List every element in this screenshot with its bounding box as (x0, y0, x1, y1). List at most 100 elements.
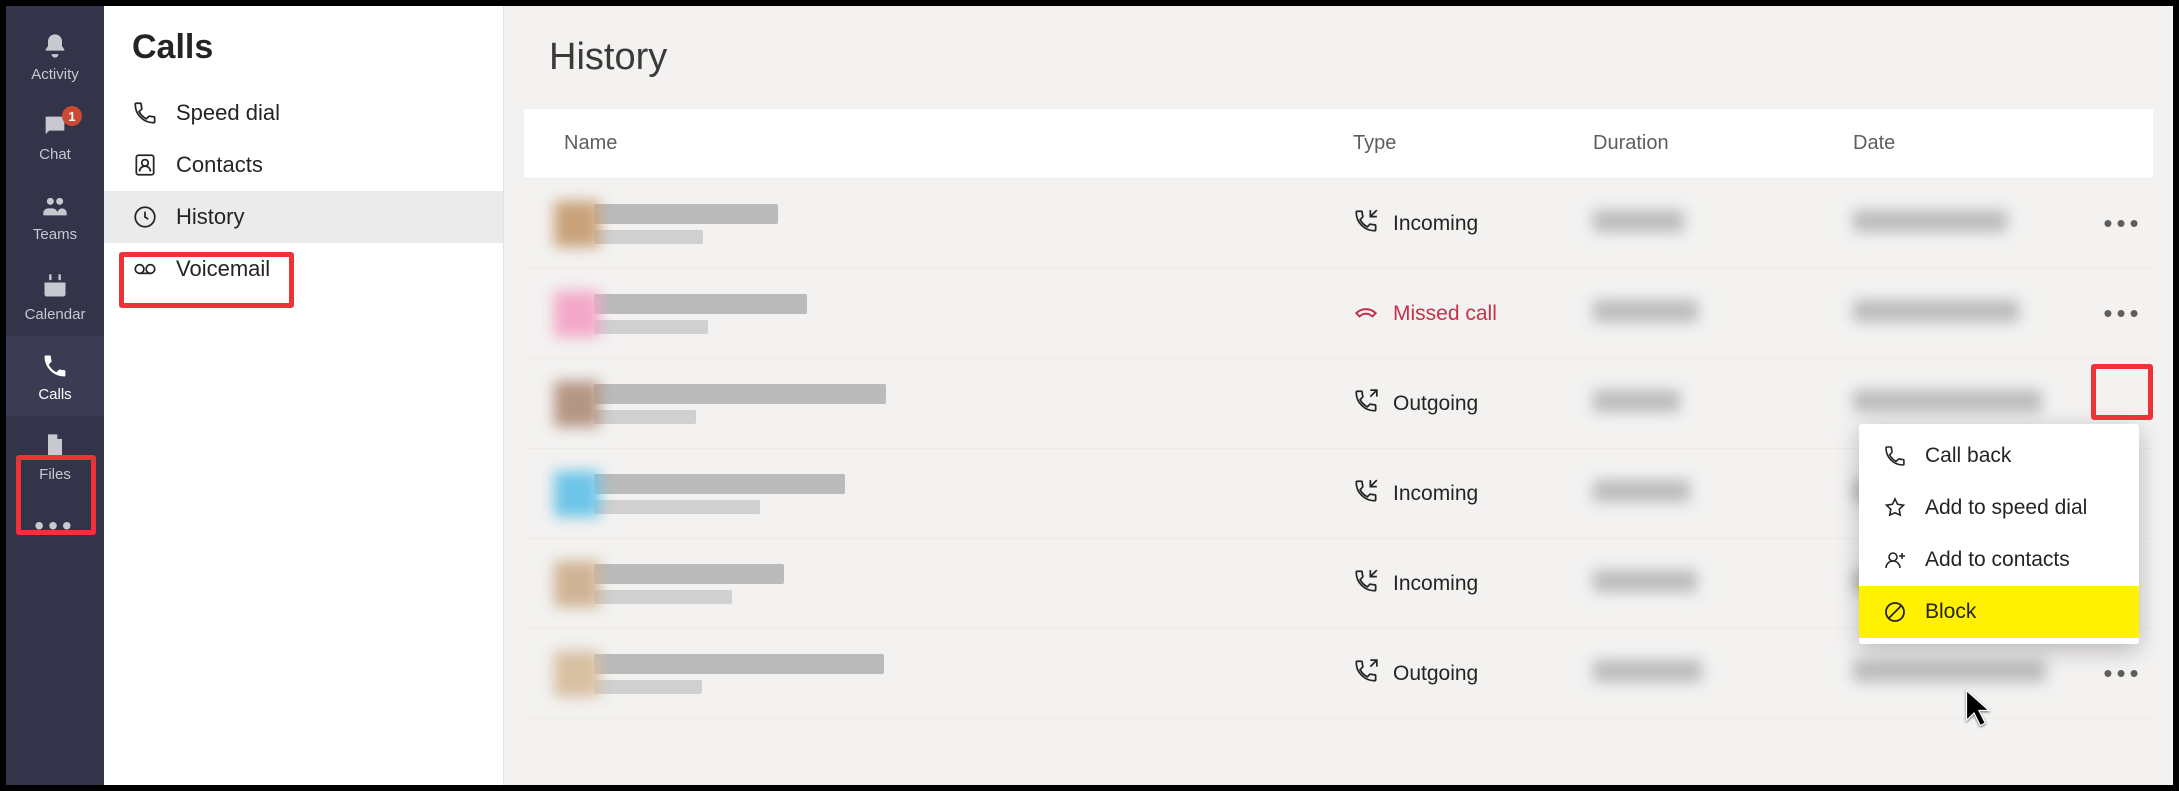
subtitle-redacted (594, 680, 702, 694)
type-cell: Missed call (1353, 298, 1593, 330)
subtitle-redacted (594, 230, 703, 244)
phone-icon (39, 350, 71, 382)
rail-more[interactable]: ••• (6, 496, 104, 556)
left-rail: Activity 1 Chat Teams Calendar Calls (6, 6, 104, 785)
table-row[interactable]: Missed call ••• (524, 269, 2153, 359)
duration-cell (1593, 210, 1853, 238)
type-cell: Incoming (1353, 478, 1593, 510)
duration-redacted (1593, 660, 1702, 682)
duration-redacted (1593, 570, 1697, 592)
duration-redacted (1593, 210, 1684, 232)
rail-calls[interactable]: Calls (6, 336, 104, 416)
col-type: Type (1353, 132, 1593, 155)
calls-history[interactable]: History (104, 191, 503, 243)
date-cell (1853, 300, 2093, 328)
row-more-button[interactable]: ••• (2093, 658, 2153, 689)
subtitle-redacted (594, 500, 760, 514)
calls-voicemail[interactable]: Voicemail (104, 243, 503, 295)
row-more-button[interactable]: ••• (2093, 208, 2153, 239)
date-redacted (1853, 660, 2046, 682)
subtitle-redacted (594, 410, 696, 424)
calls-voicemail-label: Voicemail (176, 256, 270, 282)
avatar (554, 561, 600, 607)
type-cell: Incoming (1353, 568, 1593, 600)
col-date: Date (1853, 132, 2093, 155)
type-label: Outgoing (1393, 662, 1478, 686)
avatar (554, 471, 600, 517)
rail-teams[interactable]: Teams (6, 176, 104, 256)
avatar (554, 291, 600, 337)
rail-teams-label: Teams (33, 226, 77, 243)
duration-cell (1593, 390, 1853, 418)
calls-panel: Calls Speed dial Contacts History Voicem… (104, 6, 504, 785)
col-name: Name (524, 132, 1353, 155)
name-cell (584, 474, 1353, 514)
rail-files[interactable]: Files (6, 416, 104, 496)
date-cell (1853, 660, 2093, 688)
rail-calendar-label: Calendar (25, 306, 86, 323)
ctx-add-contacts[interactable]: Add to contacts (1859, 534, 2139, 586)
name-redacted (594, 474, 845, 494)
name-redacted (594, 654, 884, 674)
type-label: Outgoing (1393, 392, 1478, 416)
date-redacted (1853, 210, 2007, 232)
calls-panel-title: Calls (104, 6, 503, 87)
rail-chat-label: Chat (39, 146, 71, 163)
calls-panel-list: Speed dial Contacts History Voicemail (104, 87, 503, 295)
block-icon (1883, 600, 1907, 624)
duration-cell (1593, 480, 1853, 508)
call-type-icon (1353, 568, 1379, 600)
chat-badge: 1 (62, 106, 82, 126)
ctx-call-back[interactable]: Call back (1859, 430, 2139, 482)
table-row[interactable]: Incoming ••• (524, 179, 2153, 269)
bell-icon (39, 30, 71, 62)
ctx-block-label: Block (1925, 600, 1976, 624)
date-cell (1853, 390, 2093, 418)
name-redacted (594, 564, 784, 584)
star-icon (1883, 496, 1907, 520)
calls-contacts[interactable]: Contacts (104, 139, 503, 191)
col-duration: Duration (1593, 132, 1853, 155)
ctx-add-speed-dial[interactable]: Add to speed dial (1859, 482, 2139, 534)
type-label: Incoming (1393, 482, 1478, 506)
calls-history-label: History (176, 204, 244, 230)
subtitle-redacted (594, 320, 708, 334)
rail-calendar[interactable]: Calendar (6, 256, 104, 336)
type-cell: Incoming (1353, 208, 1593, 240)
avatar (554, 201, 600, 247)
calendar-icon (39, 270, 71, 302)
cursor-icon (1963, 688, 1995, 728)
duration-redacted (1593, 300, 1698, 322)
rail-files-label: Files (39, 466, 71, 483)
ctx-block[interactable]: Block (1859, 586, 2139, 638)
name-cell (584, 384, 1353, 424)
type-cell: Outgoing (1353, 658, 1593, 690)
ctx-add-contacts-label: Add to contacts (1925, 548, 2070, 572)
call-type-icon (1353, 478, 1379, 510)
call-type-icon (1353, 658, 1379, 690)
calls-contacts-label: Contacts (176, 152, 263, 178)
ctx-call-back-label: Call back (1925, 444, 2011, 468)
context-menu: Call back Add to speed dial Add to conta… (1859, 424, 2139, 644)
name-cell (584, 294, 1353, 334)
name-cell (584, 204, 1353, 244)
calls-speed-dial[interactable]: Speed dial (104, 87, 503, 139)
history-header: Name Type Duration Date (524, 109, 2153, 179)
duration-redacted (1593, 390, 1680, 412)
subtitle-redacted (594, 590, 732, 604)
avatar (554, 381, 600, 427)
calls-speed-dial-label: Speed dial (176, 100, 280, 126)
date-cell (1853, 210, 2093, 238)
name-cell (584, 564, 1353, 604)
duration-cell (1593, 300, 1853, 328)
rail-activity-label: Activity (31, 66, 79, 83)
duration-redacted (1593, 480, 1690, 502)
duration-cell (1593, 660, 1853, 688)
history-title: History (504, 6, 2173, 109)
name-redacted (594, 204, 778, 224)
call-type-icon (1353, 298, 1379, 330)
row-more-button[interactable]: ••• (2093, 298, 2153, 329)
rail-activity[interactable]: Activity (6, 16, 104, 96)
rail-chat[interactable]: 1 Chat (6, 96, 104, 176)
teams-icon (39, 190, 71, 222)
